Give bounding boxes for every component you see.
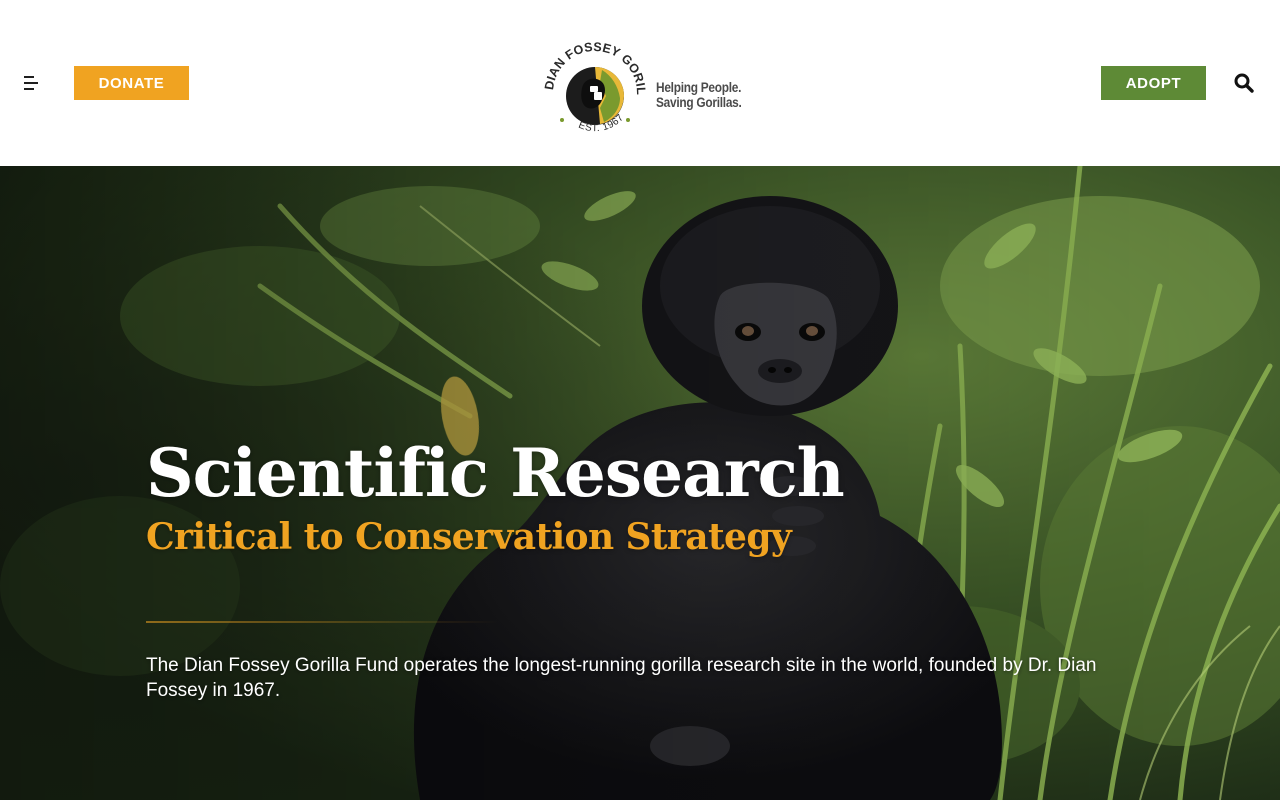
logo-emblem-icon: DIAN FOSSEY GORILLA FUND EST. 1967 — [535, 27, 648, 134]
hero-subtitle: Critical to Conservation Strategy — [146, 516, 792, 558]
site-tagline: Helping People. Saving Gorillas. — [656, 80, 742, 110]
site-header: DONATE DIAN FOSSEY GORILLA FUND EST. 196… — [0, 0, 1280, 166]
tagline-line-2: Saving Gorillas. — [656, 95, 742, 110]
hero-section: Scientific Research Critical to Conserva… — [0, 166, 1280, 800]
adopt-button[interactable]: ADOPT — [1101, 66, 1206, 100]
donate-button[interactable]: DONATE — [74, 66, 189, 100]
tagline-line-1: Helping People. — [656, 80, 742, 95]
dian-fossey-gorilla-fund-logo[interactable]: DIAN FOSSEY GORILLA FUND EST. 1967 — [535, 27, 650, 148]
search-icon[interactable] — [1233, 72, 1255, 94]
hero-title: Scientific Research — [146, 434, 845, 512]
hero-divider — [146, 621, 498, 623]
hamburger-menu-icon[interactable] — [22, 74, 40, 92]
hero-description: The Dian Fossey Gorilla Fund operates th… — [146, 655, 1097, 701]
